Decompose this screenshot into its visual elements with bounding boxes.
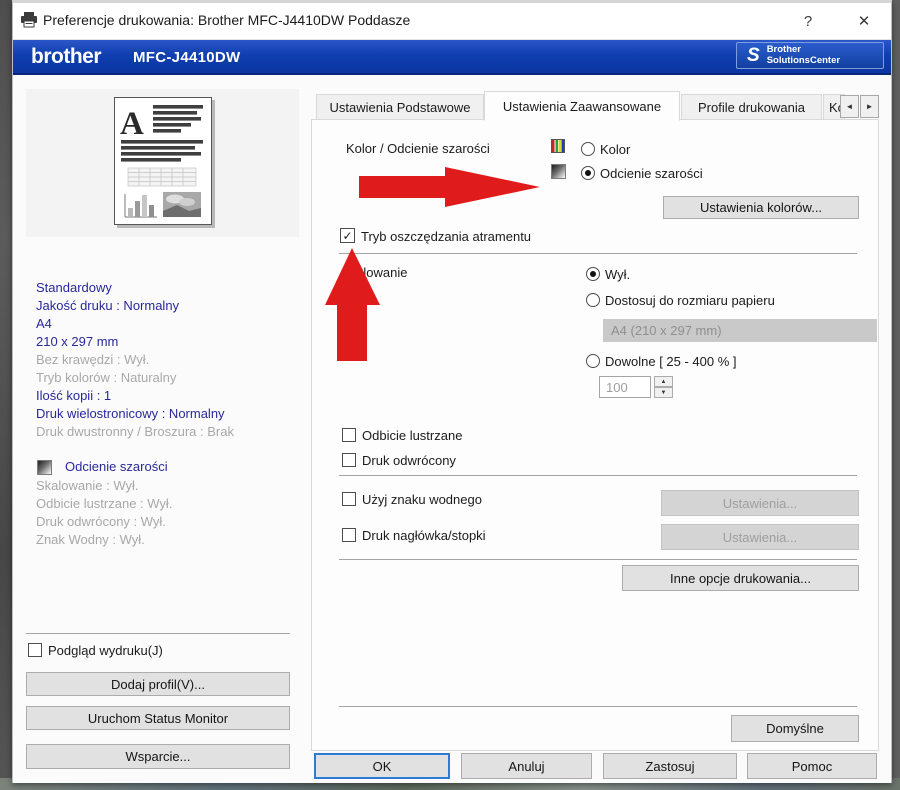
summary-multipage: Druk wielostronicowy : Normalny xyxy=(36,406,225,421)
scale-percent-input[interactable]: 100 xyxy=(599,376,651,398)
summary-profile: Standardowy xyxy=(36,280,112,295)
defaults-button[interactable]: Domyślne xyxy=(731,715,859,742)
mirror-label: Odbicie lustrzane xyxy=(362,428,462,443)
brand-banner: brother MFC-J4410DW S BrotherSolutionsCe… xyxy=(13,40,891,75)
print-preview-label: Podgląd wydruku(J) xyxy=(48,643,163,658)
paper-size-combobox[interactable]: A4 (210 x 297 mm) xyxy=(603,319,877,342)
separator-1 xyxy=(339,253,857,254)
print-preview-checkbox[interactable] xyxy=(28,643,42,657)
reverse-label: Druk odwrócony xyxy=(362,453,456,468)
scale-spin-down-button[interactable]: ▼ xyxy=(654,387,673,398)
desktop-background-left xyxy=(0,0,12,790)
grayscale-radio[interactable] xyxy=(581,166,595,180)
summary-reverse: Druk odwrócony : Wył. xyxy=(36,514,166,529)
separator-4 xyxy=(339,706,857,707)
tab-scroll-right-button[interactable]: ► xyxy=(860,95,879,118)
summary-scaling: Skalowanie : Wył. xyxy=(36,478,138,493)
preview-letter: A xyxy=(120,106,144,142)
printer-icon xyxy=(20,12,38,28)
scaling-fit-label: Dostosuj do rozmiaru papieru xyxy=(605,293,775,308)
document-preview-area: A xyxy=(26,89,299,237)
scaling-fit-radio[interactable] xyxy=(586,293,600,307)
separator-3 xyxy=(339,559,857,560)
scaling-free-label: Dowolne [ 25 - 400 % ] xyxy=(605,354,737,369)
color-settings-button[interactable]: Ustawienia kolorów... xyxy=(663,196,859,219)
tab-scroll-left-button[interactable]: ◄ xyxy=(840,95,859,118)
status-monitor-button[interactable]: Uruchom Status Monitor xyxy=(26,706,290,730)
apply-button[interactable]: Zastosuj xyxy=(603,753,737,779)
window-title: Preferencje drukowania: Brother MFC-J441… xyxy=(43,12,410,28)
scaling-off-radio[interactable] xyxy=(586,267,600,281)
color-mode-label: Kolor / Odcienie szarości xyxy=(346,141,490,156)
grayscale-radio-label: Odcienie szarości xyxy=(600,166,703,181)
solutions-center-label: BrotherSolutionsCenter xyxy=(767,45,840,67)
summary-mirror: Odbicie lustrzane : Wył. xyxy=(36,496,172,511)
help-button[interactable]: Pomoc xyxy=(747,753,877,779)
tab-print-profiles[interactable]: Profile drukowania xyxy=(681,94,822,120)
cancel-button[interactable]: Anuluj xyxy=(461,753,592,779)
summary-duplex: Druk dwustronny / Broszura : Brak xyxy=(36,424,234,439)
header-footer-checkbox[interactable] xyxy=(342,528,356,542)
header-footer-label: Druk nagłówka/stopki xyxy=(362,528,486,543)
watermark-label: Użyj znaku wodnego xyxy=(362,492,482,507)
color-swatch-icon xyxy=(551,139,565,153)
summary-quality: Jakość druku : Normalny xyxy=(36,298,179,313)
watermark-checkbox[interactable] xyxy=(342,492,356,506)
ink-save-label: Tryb oszczędzania atramentu xyxy=(361,229,531,244)
document-preview-art: A xyxy=(115,98,211,224)
reverse-checkbox[interactable] xyxy=(342,453,356,467)
summary-copies: Ilość kopii : 1 xyxy=(36,388,111,403)
grayscale-swatch-icon xyxy=(551,164,566,179)
support-button[interactable]: Wsparcie... xyxy=(26,744,290,769)
color-radio-label: Kolor xyxy=(600,142,630,157)
scale-spin-up-button[interactable]: ▲ xyxy=(654,376,673,387)
header-footer-settings-button: Ustawienia... xyxy=(661,524,859,550)
scaling-off-label: Wył. xyxy=(605,267,630,282)
summary-grayscale-heading: Odcienie szarości xyxy=(65,459,168,474)
mirror-checkbox[interactable] xyxy=(342,428,356,442)
tab-advanced-settings[interactable]: Ustawienia Zaawansowane xyxy=(484,91,680,121)
scale-percent-value: 100 xyxy=(606,380,628,395)
brother-logo: brother xyxy=(31,45,101,69)
ink-save-checkbox[interactable]: ✓ xyxy=(340,228,355,243)
left-separator xyxy=(26,633,290,634)
help-titlebar-button[interactable]: ? xyxy=(795,9,821,33)
watermark-settings-button: Ustawienia... xyxy=(661,490,859,516)
scaling-free-radio[interactable] xyxy=(586,354,600,368)
solutions-center-button[interactable]: S BrotherSolutionsCenter xyxy=(736,42,884,69)
document-preview-page: A xyxy=(114,97,212,225)
annotation-arrow-up-icon xyxy=(324,247,382,362)
ok-button[interactable]: OK xyxy=(314,753,450,779)
tab-basic-settings[interactable]: Ustawienia Podstawowe xyxy=(316,94,484,120)
summary-size: 210 x 297 mm xyxy=(36,334,118,349)
paper-size-value: A4 (210 x 297 mm) xyxy=(611,323,722,338)
annotation-arrow-right-icon xyxy=(357,165,542,209)
separator-2 xyxy=(339,475,857,476)
title-bar[interactable]: Preferencje drukowania: Brother MFC-J441… xyxy=(13,3,891,40)
summary-colormode: Tryb kolorów : Naturalny xyxy=(36,370,176,385)
add-profile-button[interactable]: Dodaj profil(V)... xyxy=(26,672,290,696)
other-print-options-button[interactable]: Inne opcje drukowania... xyxy=(622,565,859,591)
color-radio[interactable] xyxy=(581,142,595,156)
print-preferences-dialog: Preferencje drukowania: Brother MFC-J441… xyxy=(12,0,892,783)
grayscale-icon xyxy=(37,460,52,475)
summary-paper: A4 xyxy=(36,316,52,331)
printer-model: MFC-J4410DW xyxy=(133,49,241,66)
summary-borderless: Bez krawędzi : Wył. xyxy=(36,352,149,367)
close-button[interactable]: ✕ xyxy=(851,9,877,33)
solutions-center-icon: S xyxy=(747,46,760,65)
summary-watermark: Znak Wodny : Wył. xyxy=(36,532,145,547)
